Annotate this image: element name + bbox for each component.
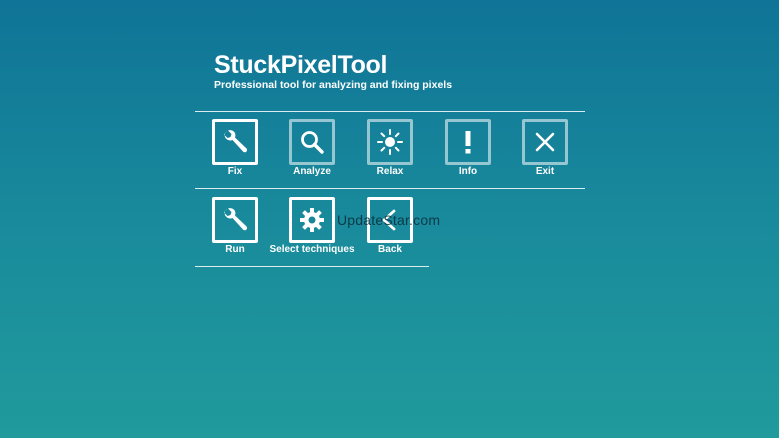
wrench-icon (224, 208, 248, 231)
app-subtitle: Professional tool for analyzing and fixi… (214, 79, 453, 91)
gear-icon (300, 208, 324, 232)
watermark-text: UpdateStar.com (337, 212, 441, 228)
relax-label: Relax (376, 166, 404, 177)
select-techniques-label: Select techniques (269, 244, 355, 255)
divider-top (195, 111, 585, 112)
main-menu-relax-button[interactable]: Relax (345, 119, 435, 181)
exit-tile-frame (522, 119, 568, 165)
analyze-label: Analyze (293, 166, 331, 177)
app-title: StuckPixelTool (214, 51, 388, 79)
close-icon (535, 132, 555, 152)
back-label: Back (378, 244, 402, 255)
analyze-tile-frame (289, 119, 335, 165)
info-tile-frame (445, 119, 491, 165)
main-menu-exit-button[interactable]: Exit (500, 119, 590, 181)
select-techniques-tile-frame (289, 197, 335, 243)
app-header: StuckPixelTool Professional tool for ana… (214, 50, 452, 92)
sub-menu-back-button[interactable]: Back (345, 197, 435, 259)
divider-bottom (195, 266, 429, 267)
relax-tile-frame (367, 119, 413, 165)
wrench-icon (224, 130, 248, 153)
sub-menu-select-techniques-button[interactable]: Select techniques (267, 197, 357, 259)
magnifier-icon (301, 131, 324, 154)
run-tile-frame (212, 197, 258, 243)
main-menu-analyze-button[interactable]: Analyze (267, 119, 357, 181)
exclamation-icon (465, 131, 471, 154)
sun-icon (377, 129, 403, 155)
fix-tile-frame (212, 119, 258, 165)
divider-middle (195, 188, 585, 189)
exit-label: Exit (535, 166, 555, 177)
